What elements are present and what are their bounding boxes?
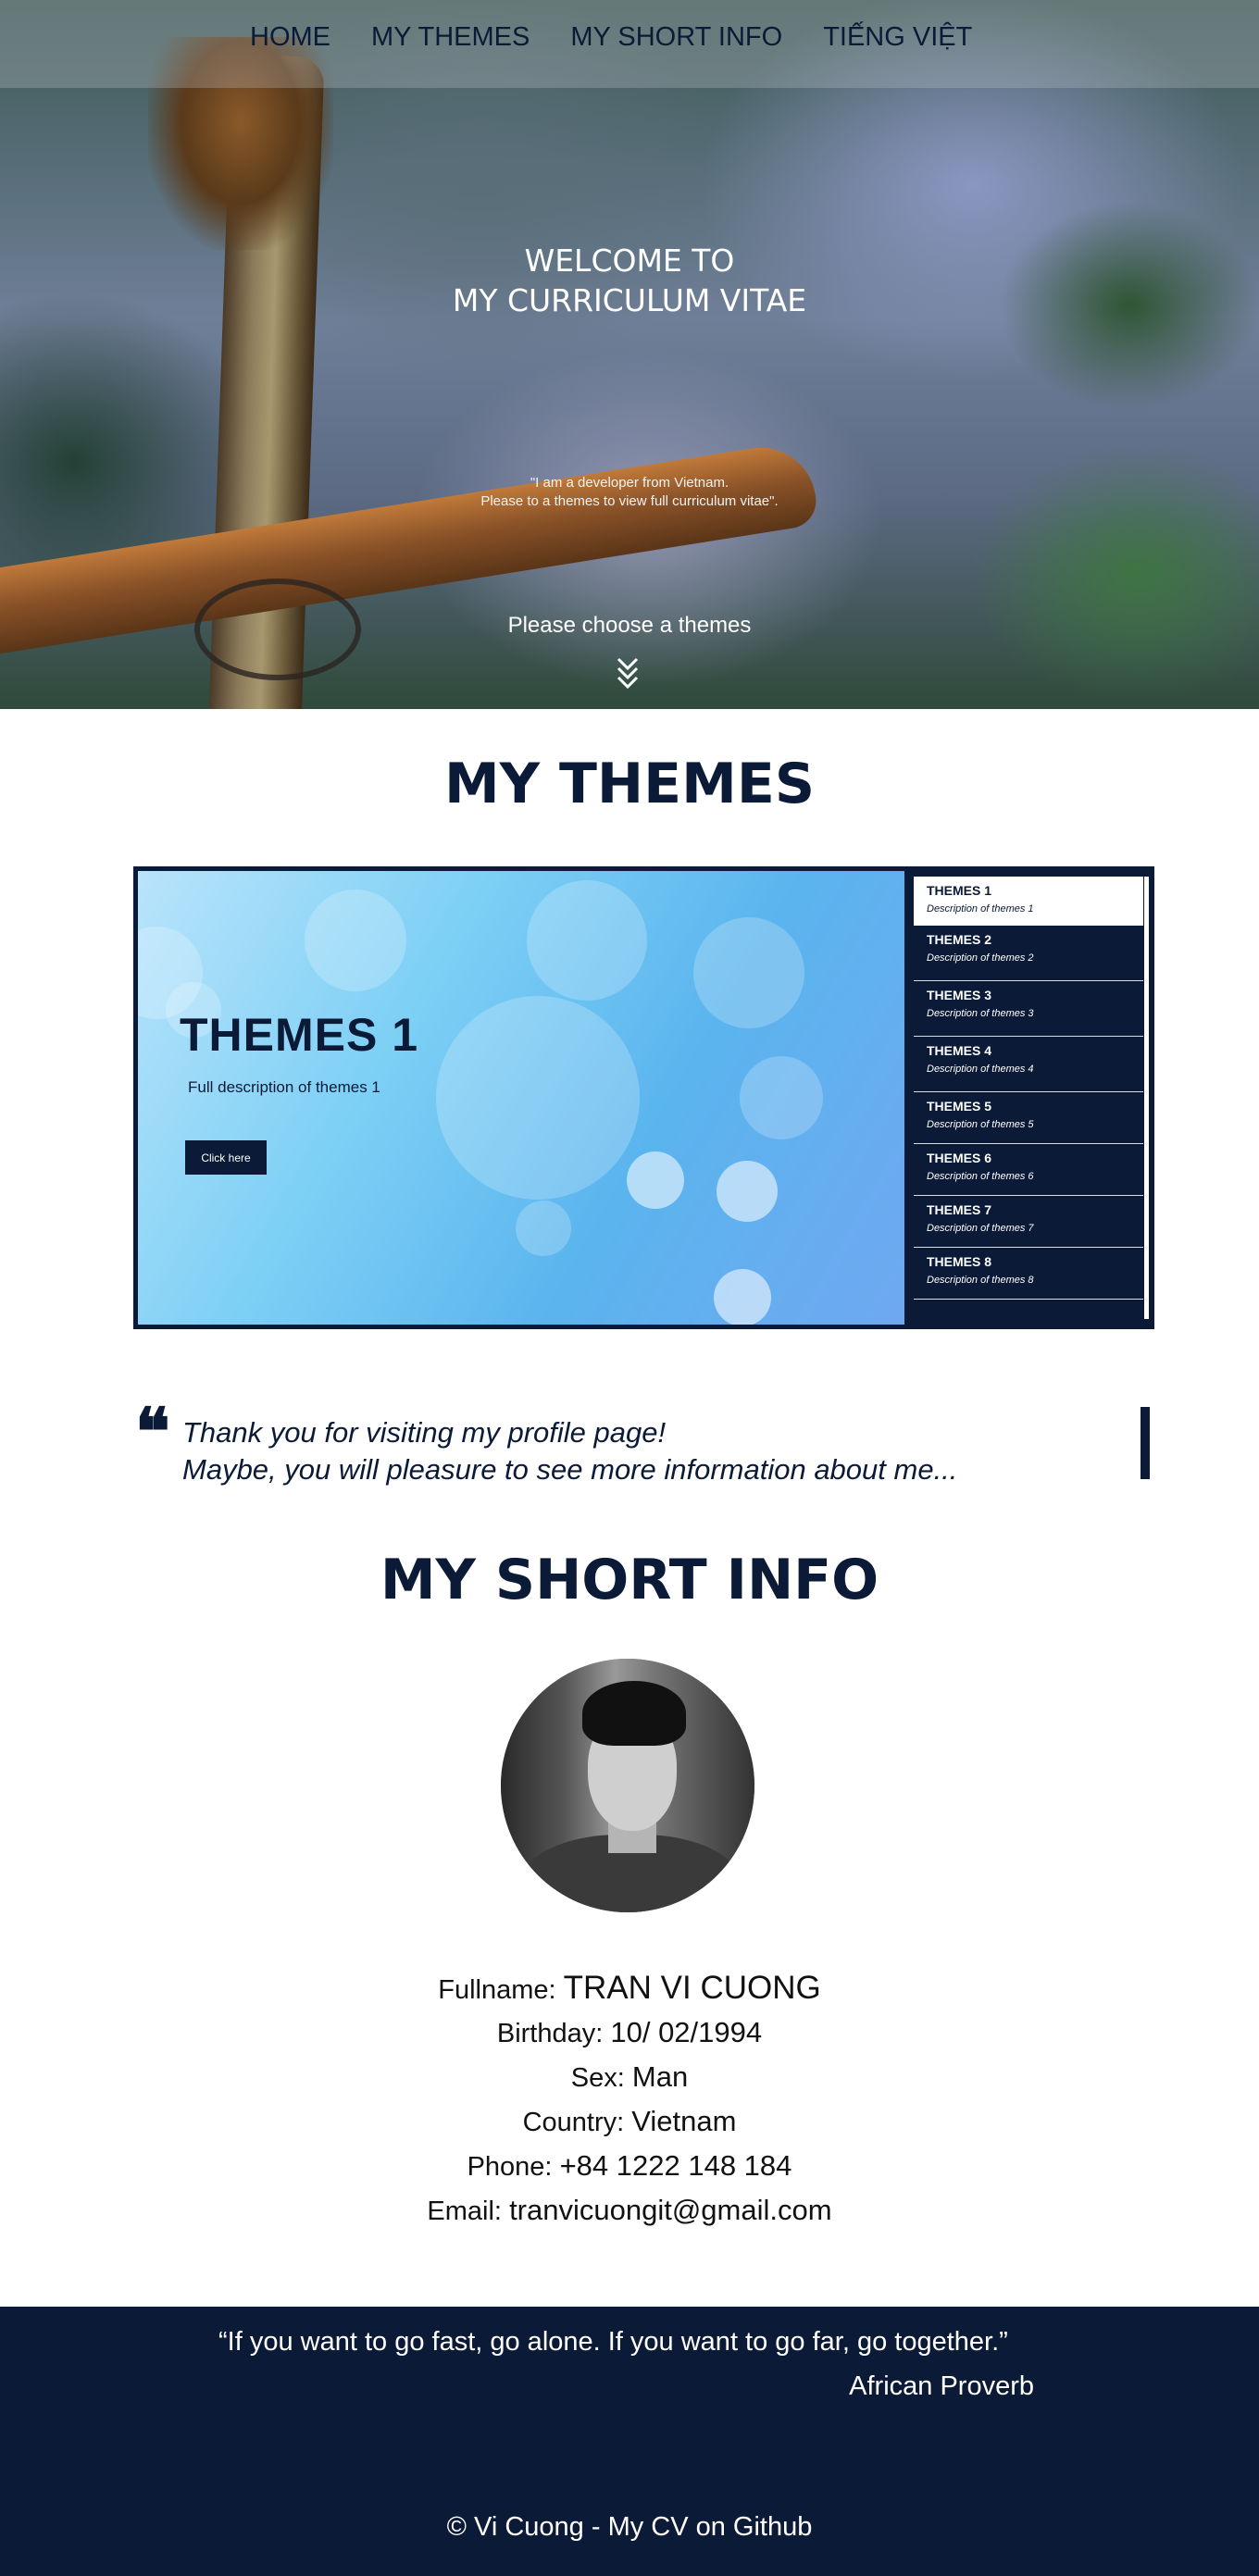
info-phone-value: +84 1222 148 184 [559,2149,792,2182]
themes-list-scrollbar[interactable] [1144,877,1149,1319]
themes-item-title: THEMES 7 [927,1202,992,1217]
footer-github-link[interactable]: © Vi Cuong - My CV on Github [0,2512,1259,2543]
choose-themes-prompt: Please choose a themes [507,613,752,638]
profile-quote: Thank you for visiting my profile page! … [182,1414,957,1488]
themes-list: THEMES 1 Description of themes 1 THEMES … [914,877,1143,1300]
double-chevron-down-icon[interactable] [615,652,641,692]
themes-item-title: THEMES 3 [927,988,992,1002]
info-fullname: Fullname: TRAN VI CUONG [0,1970,1259,2007]
themes-item-title: THEMES 8 [927,1254,992,1269]
info-email-value[interactable]: tranvicuongit@gmail.com [509,2194,832,2226]
bokeh-circle [436,996,640,1200]
hero-banner: HOME MY THEMES MY SHORT INFO TIẾNG VIỆT … [0,0,1259,709]
themes-item-description: Description of themes 3 [927,1008,1034,1019]
profile-quote-line-2: Maybe, you will pleasure to see more inf… [182,1453,958,1486]
themes-item-description: Description of themes 7 [927,1223,1034,1234]
bokeh-circle [717,1161,778,1222]
hero-quote-line-2: Please to a themes to view full curricul… [480,493,779,509]
themes-list-item-3[interactable]: THEMES 3 Description of themes 3 [914,981,1143,1037]
themes-item-title: THEMES 2 [927,932,992,947]
themes-section-title: MY THEMES [443,752,816,816]
themes-list-item-6[interactable]: THEMES 6 Description of themes 6 [914,1144,1143,1196]
themes-slide-main[interactable]: THEMES 1 Full description of themes 1 Cl… [138,871,904,1325]
avatar [501,1659,754,1912]
info-country-value: Vietnam [631,2105,737,2137]
themes-item-description: Description of themes 5 [927,1119,1034,1130]
themes-item-title: THEMES 6 [927,1151,992,1165]
bokeh-circle [693,917,804,1028]
themes-slider: THEMES 1 Full description of themes 1 Cl… [133,866,1154,1329]
themes-item-description: Description of themes 2 [927,952,1034,964]
info-phone-label: Phone: [467,2152,560,2182]
info-country-label: Country: [522,2108,632,2137]
bokeh-circle [516,1201,571,1256]
hero-title-line-2: MY CURRICULUM VITAE [452,282,807,318]
themes-item-description: Description of themes 8 [927,1275,1034,1286]
themes-item-title: THEMES 4 [927,1043,992,1058]
footer-quote: “If you want to go fast, go alone. If yo… [218,2327,1008,2357]
info-birthday-value: 10/ 02/1994 [610,2016,763,2048]
short-info-section-title: MY SHORT INFO [380,1548,879,1612]
info-fullname-value: TRAN VI CUONG [563,1970,821,2006]
themes-list-item-5[interactable]: THEMES 5 Description of themes 5 [914,1092,1143,1144]
hero-quote-line-1: "I am a developer from Vietnam. [530,475,729,491]
bokeh-circle [527,880,647,1001]
info-sex-label: Sex: [570,2063,632,2093]
info-sex: Sex: Man [0,2060,1259,2094]
footer: “If you want to go fast, go alone. If yo… [0,2307,1259,2576]
themes-list-item-1[interactable]: THEMES 1 Description of themes 1 [914,877,1143,926]
bokeh-circle [740,1056,823,1139]
profile-quote-line-1: Thank you for visiting my profile page! [182,1416,667,1449]
info-sex-value: Man [631,2060,689,2093]
themes-item-title: THEMES 1 [927,883,992,898]
bokeh-circle [627,1151,684,1209]
click-here-button[interactable]: Click here [185,1140,267,1175]
nav-my-short-info[interactable]: MY SHORT INFO [570,22,782,53]
info-birthday: Birthday: 10/ 02/1994 [0,2016,1259,2049]
slide-title: THEMES 1 [180,1009,419,1061]
bokeh-circle [305,890,406,991]
info-phone: Phone: +84 1222 148 184 [0,2149,1259,2183]
avatar-hair [582,1681,686,1746]
info-email-label: Email: [427,2196,510,2226]
hero-title: WELCOME TO MY CURRICULUM VITAE [0,241,1259,320]
themes-list-item-7[interactable]: THEMES 7 Description of themes 7 [914,1196,1143,1248]
info-fullname-label: Fullname: [438,1975,564,2005]
quote-mark-icon: ❝ [135,1393,170,1470]
quote-accent-bar [1141,1407,1150,1479]
info-country: Country: Vietnam [0,2105,1259,2138]
info-email: Email: tranvicuongit@gmail.com [0,2194,1259,2227]
themes-list-item-8[interactable]: THEMES 8 Description of themes 8 [914,1248,1143,1300]
themes-item-description: Description of themes 6 [927,1171,1034,1182]
slide-description: Full description of themes 1 [188,1078,380,1096]
nav-home[interactable]: HOME [250,22,330,53]
info-birthday-label: Birthday: [496,2019,611,2048]
themes-item-description: Description of themes 4 [927,1064,1034,1075]
hero-title-line-1: WELCOME TO [524,243,735,279]
nav-menu: HOME MY THEMES MY SHORT INFO TIẾNG VIỆT [250,22,992,53]
nav-my-themes[interactable]: MY THEMES [371,22,530,53]
themes-list-item-2[interactable]: THEMES 2 Description of themes 2 [914,926,1143,981]
themes-list-item-4[interactable]: THEMES 4 Description of themes 4 [914,1037,1143,1092]
themes-item-title: THEMES 5 [927,1099,992,1114]
hero-quote: "I am a developer from Vietnam. Please t… [0,474,1259,511]
navbar: HOME MY THEMES MY SHORT INFO TIẾNG VIỆT [0,0,1259,88]
bokeh-circle [714,1269,771,1325]
themes-item-description: Description of themes 1 [927,903,1034,915]
footer-quote-author: African Proverb [849,2371,1034,2401]
nav-language-vietnamese[interactable]: TIẾNG VIỆT [823,22,972,53]
